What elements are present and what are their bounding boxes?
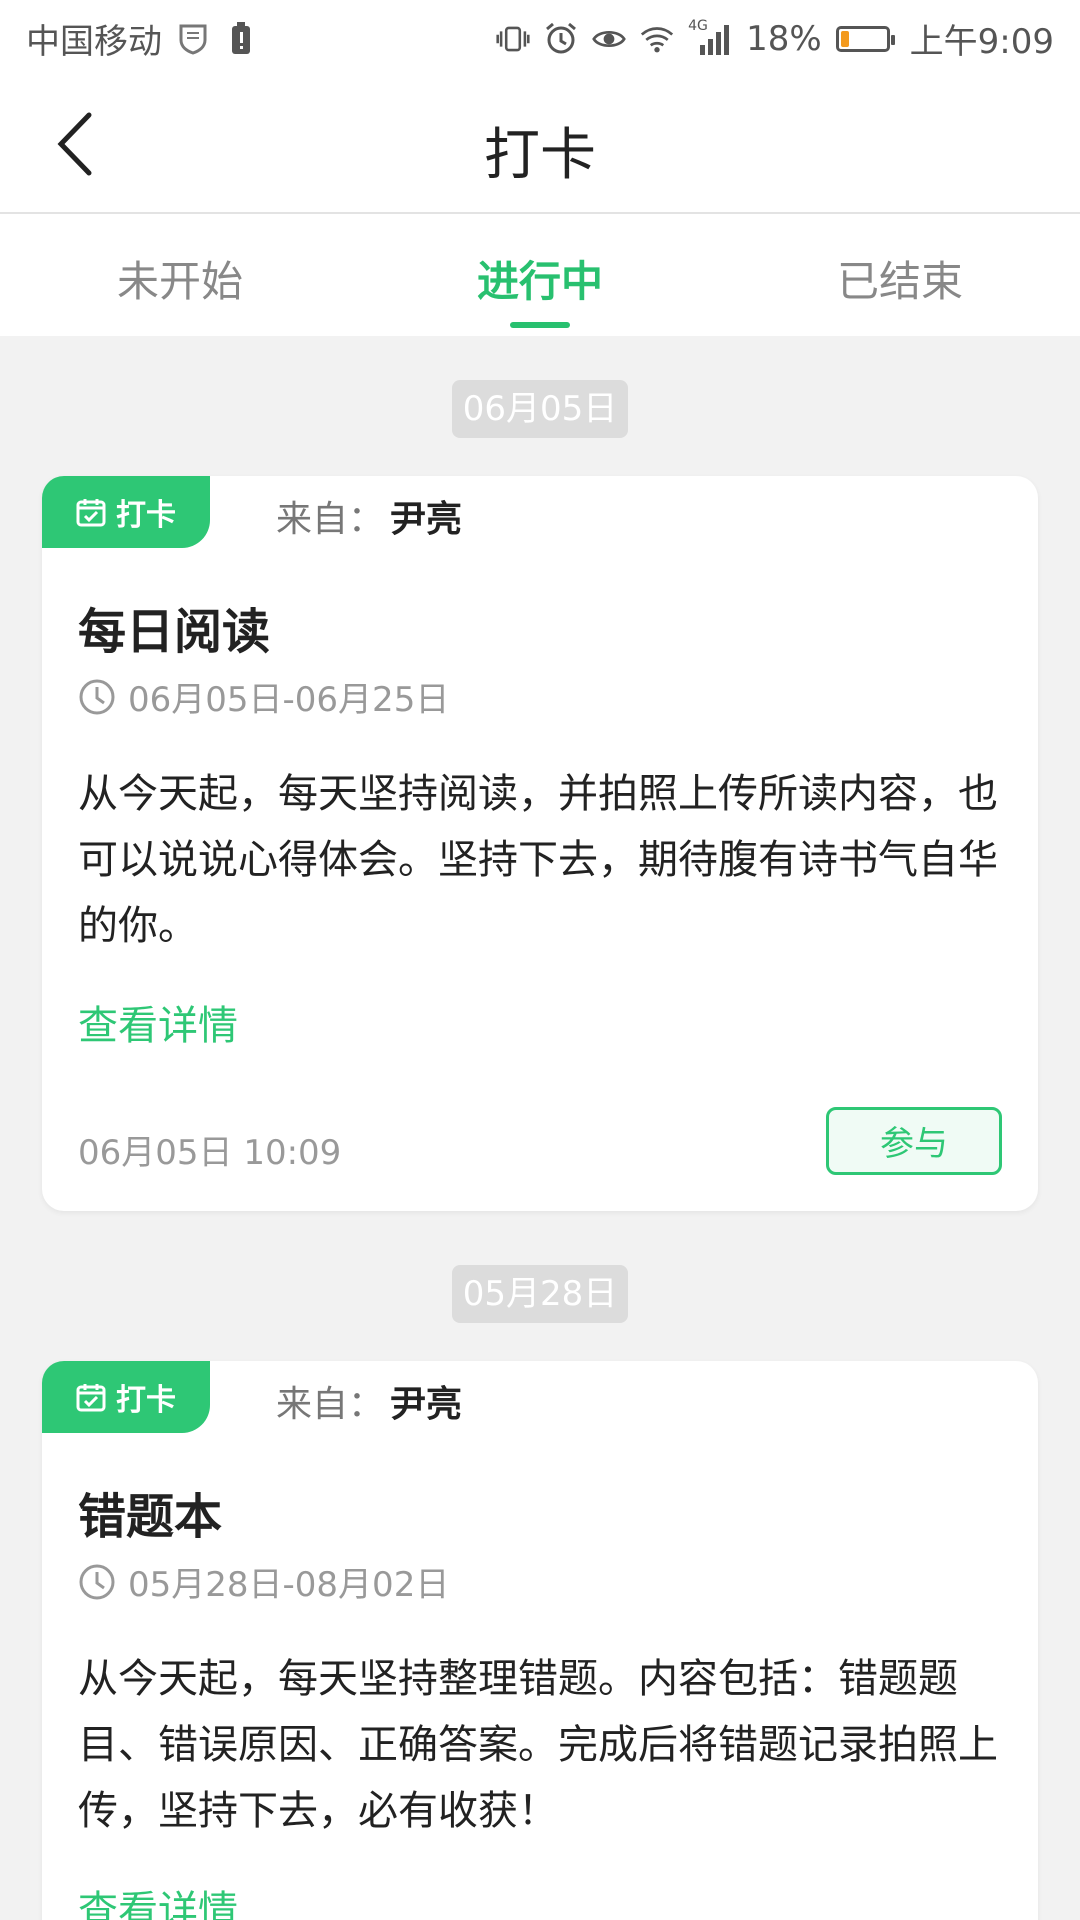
date-separator: 06月05日 [452, 380, 628, 438]
wifi-icon [640, 22, 674, 56]
view-details-link[interactable]: 查看详情 [78, 1878, 1002, 1920]
posted-time: 06月05日 10:09 [78, 1133, 342, 1173]
period-text: 06月05日-06月25日 [128, 680, 450, 720]
checkin-tag: 打卡 [42, 476, 210, 548]
clock-icon [79, 679, 115, 714]
signal-icon: 4G [688, 18, 732, 56]
from-label: 来自： [276, 1384, 385, 1425]
battery-percent: 18% [746, 18, 822, 59]
vibrate-icon [496, 22, 530, 56]
tab-ended[interactable]: 已结束 [720, 214, 1080, 336]
clock-icon [79, 1564, 115, 1599]
period: 06月05日-06月25日 [78, 672, 1002, 721]
tab-in-progress[interactable]: 进行中 [360, 214, 720, 336]
status-bar: 中国移动 4G 18% 上午9:09 [0, 0, 1080, 74]
card-description: 从今天起，每天坚持整理错题。内容包括：错题题目、错误原因、正确答案。完成后将错题… [78, 1656, 998, 1834]
app-header: 打卡 [0, 74, 1080, 214]
calendar-check-icon [76, 1384, 106, 1412]
card-title: 每日阅读 [78, 604, 271, 660]
carrier-shield-icon [176, 22, 210, 56]
date-separator: 05月28日 [452, 1265, 628, 1323]
sender-name: 尹亮 [390, 1384, 463, 1425]
sender-name: 尹亮 [390, 499, 463, 540]
battery-icon [835, 25, 895, 52]
eye-icon [592, 22, 626, 56]
status-tabs: 未开始 进行中 已结束 [0, 214, 1080, 336]
tab-label: 已结束 [836, 257, 963, 306]
tab-label: 进行中 [476, 257, 603, 306]
period: 05月28日-08月02日 [78, 1557, 1002, 1606]
checkin-card[interactable]: 打卡 来自： 尹亮 错题本 05月28日-08月02日 从今天起，每天坚持整理错题… [42, 1361, 1038, 1920]
join-button[interactable]: 参与 [826, 1107, 1002, 1175]
carrier-label: 中国移动 [26, 22, 162, 62]
checkin-card[interactable]: 打卡 来自： 尹亮 每日阅读 06月05日-06月25日 从今天起，每天坚持阅读，… [42, 476, 1038, 1211]
card-title: 错题本 [78, 1489, 223, 1545]
calendar-check-icon [76, 499, 106, 527]
sender: 来自： 尹亮 [276, 1375, 462, 1427]
tag-label: 打卡 [116, 1383, 176, 1418]
checkin-feed[interactable]: 06月05日 打卡 来自： 尹亮 每日阅读 06月05日-06月25日 从今天起，… [0, 336, 1080, 1920]
page-title: 打卡 [484, 123, 596, 188]
card-description: 从今天起，每天坚持阅读，并拍照上传所读内容，也可以说说心得体会。坚持下去，期待腹… [78, 771, 998, 949]
checkin-tag: 打卡 [42, 1361, 210, 1433]
period-text: 05月28日-08月02日 [128, 1565, 450, 1605]
tab-label: 未开始 [116, 257, 243, 306]
from-label: 来自： [276, 499, 385, 540]
alarm-icon [544, 22, 578, 56]
battery-alert-icon [224, 21, 258, 56]
network-type-label: 4G [688, 17, 708, 34]
active-tab-indicator [510, 322, 570, 328]
tab-not-started[interactable]: 未开始 [0, 214, 360, 336]
tag-label: 打卡 [116, 498, 176, 533]
sender: 来自： 尹亮 [276, 490, 462, 542]
clock: 上午9:09 [909, 22, 1054, 62]
view-details-link[interactable]: 查看详情 [78, 993, 1002, 1051]
